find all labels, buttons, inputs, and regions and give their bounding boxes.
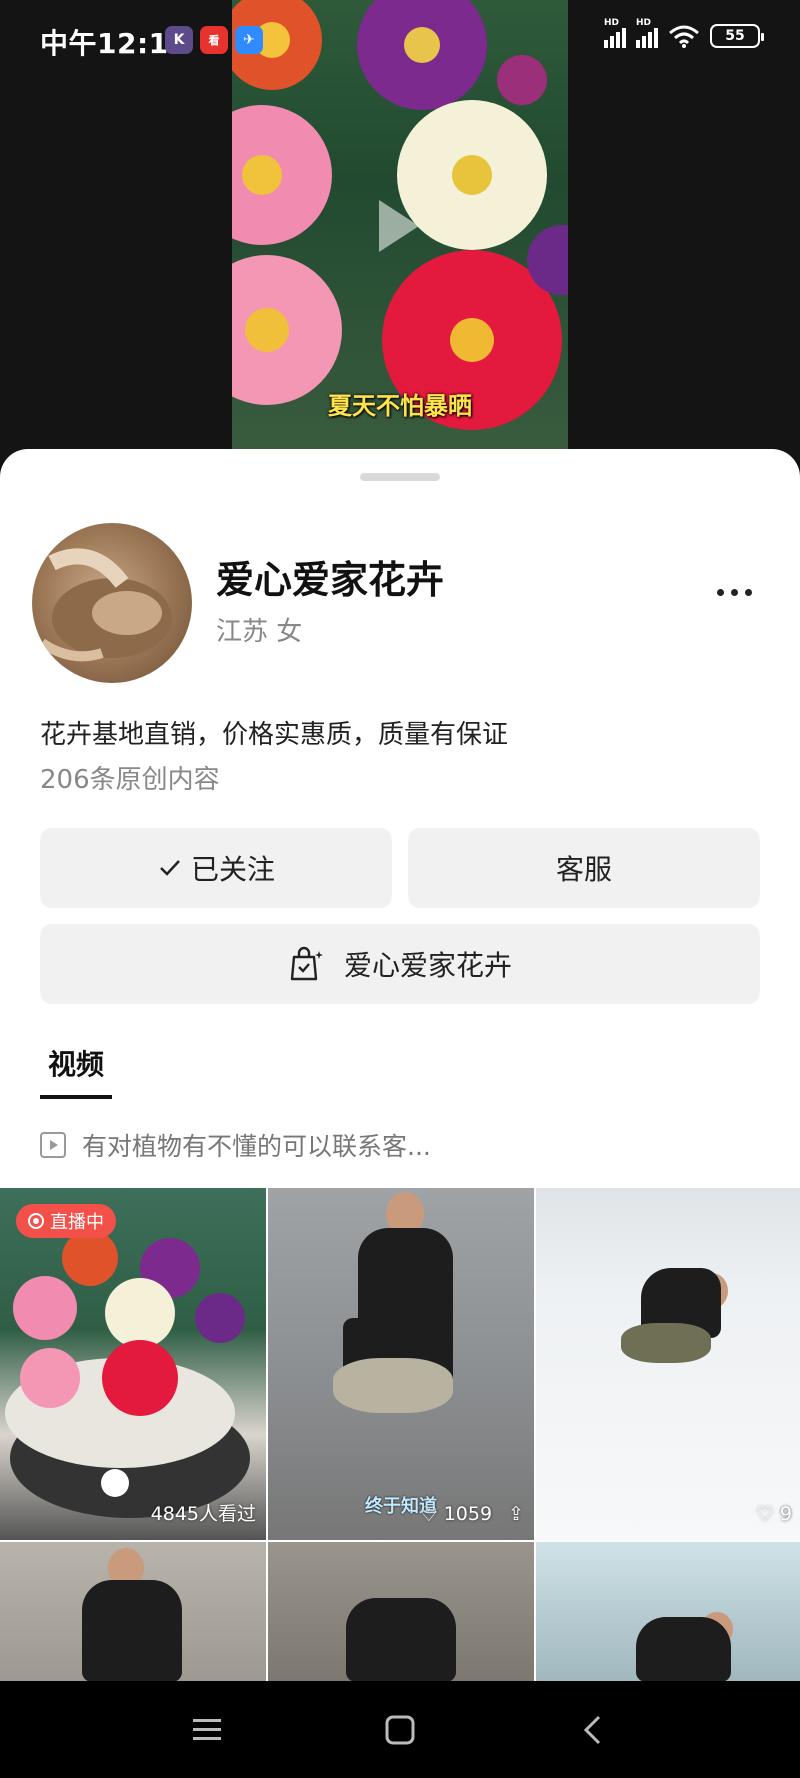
home-icon[interactable] (370, 1705, 430, 1755)
follow-button[interactable]: 已关注 (40, 828, 392, 908)
heart-icon: ♡ (755, 1502, 774, 1526)
system-nav-bar (0, 1681, 800, 1778)
profile-location: 江苏 女 (216, 617, 303, 647)
video-thumbnail[interactable]: 直播中 4845人看过 (0, 1188, 266, 1540)
heart-icon: ♡ (419, 1502, 438, 1526)
profile-bio: 花卉基地直销，价格实惠质，质量有保证 (40, 720, 509, 750)
shopping-bag-icon (290, 946, 323, 981)
check-icon (160, 860, 180, 876)
service-label: 客服 (555, 853, 612, 886)
live-icon (28, 1213, 44, 1229)
follow-label: 已关注 (190, 853, 275, 886)
playlist-row[interactable]: 有对植物有不懂的可以联系客... (40, 1127, 431, 1163)
live-badge: 直播中 (16, 1204, 116, 1238)
signal-icon: HD (636, 18, 658, 48)
drag-handle[interactable] (360, 473, 440, 481)
signal-icon: HD (604, 18, 626, 48)
video-grid: 直播中 4845人看过 终于知道 ♡ 1059 ⇪ ♡ 9 (0, 1188, 800, 1681)
live-label: 直播中 (50, 1212, 104, 1233)
tab-videos[interactable]: 视频 (40, 1043, 112, 1099)
k-app-icon: K (165, 26, 193, 54)
like-count: ♡ 9 (755, 1502, 792, 1526)
view-count: 4845人看过 (150, 1503, 256, 1525)
video-caption: 夏天不怕暴晒 (328, 392, 472, 420)
customer-service-button[interactable]: 客服 (408, 828, 760, 908)
shop-button[interactable]: 爱心爱家花卉 (40, 924, 760, 1004)
avatar-image (39, 548, 172, 662)
shop-label: 爱心爱家花卉 (343, 949, 512, 982)
more-options-icon[interactable] (717, 589, 752, 596)
news-app-icon: 看 (200, 26, 228, 54)
wifi-icon (669, 25, 699, 48)
back-icon[interactable] (563, 1705, 623, 1755)
profile-name: 爱心爱家花卉 (216, 558, 445, 602)
pin-icon: ⇪ (508, 1503, 524, 1525)
menu-icon[interactable] (177, 1705, 237, 1755)
video-thumbnail[interactable] (268, 1542, 534, 1681)
video-thumbnail[interactable]: ♡ 9 (536, 1188, 800, 1540)
browser-app-icon: ✈ (235, 26, 263, 54)
play-icon[interactable] (379, 200, 419, 252)
flower-pot-image (5, 1230, 250, 1518)
video-thumbnail[interactable]: 终于知道 ♡ 1059 ⇪ (268, 1188, 534, 1540)
content-count: 206条原创内容 (40, 765, 220, 795)
battery-indicator: 55 (710, 24, 764, 48)
playlist-icon (40, 1132, 66, 1158)
avatar[interactable] (32, 523, 192, 683)
playlist-title: 有对植物有不懂的可以联系客... (82, 1132, 431, 1161)
like-count: ♡ 1059 ⇪ (419, 1502, 524, 1526)
profile-sheet: 爱心爱家花卉 江苏 女 花卉基地直销，价格实惠质，质量有保证 206条原创内容 … (0, 449, 800, 1681)
video-thumbnail[interactable] (0, 1542, 266, 1681)
status-bar: 中午12:15 K 看 ✈ HD HD 55 (0, 0, 800, 80)
video-thumbnail[interactable] (536, 1542, 800, 1681)
